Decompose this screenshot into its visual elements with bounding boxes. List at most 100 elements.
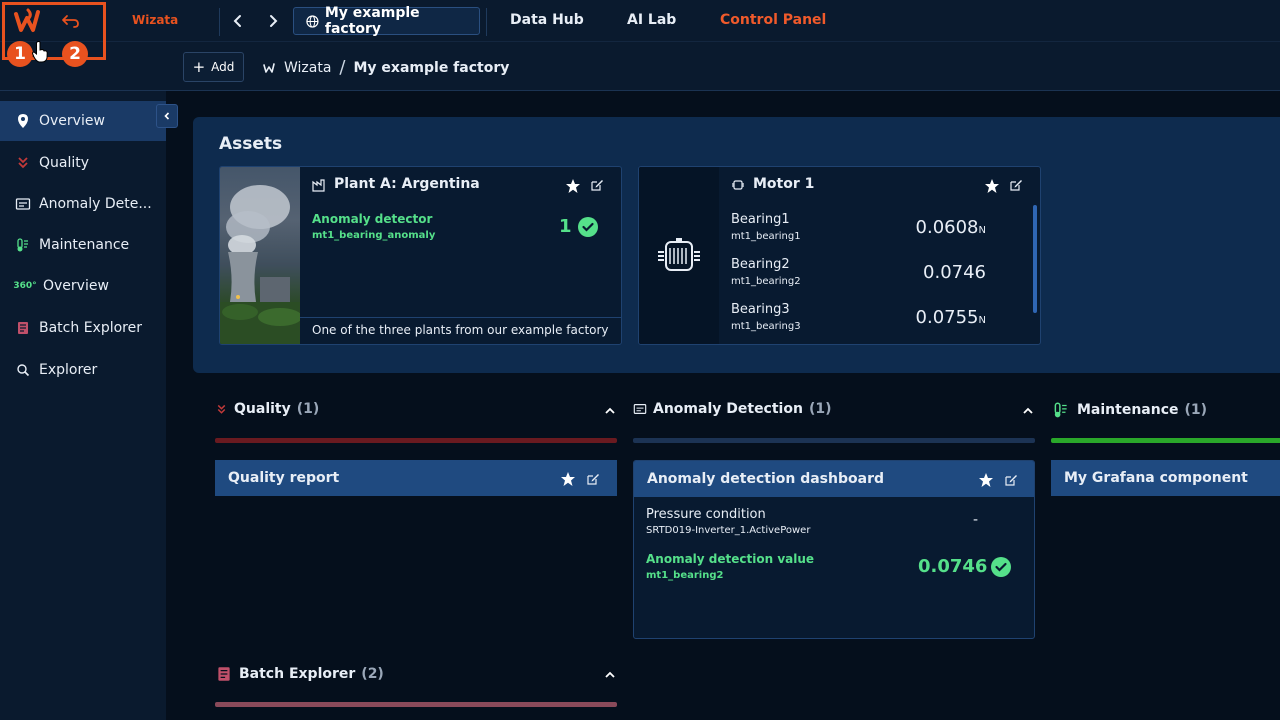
wizata-logo-icon[interactable] — [12, 6, 42, 36]
globe-icon — [306, 14, 319, 28]
sidebar-item-label: Anomaly Dete... — [39, 196, 152, 212]
sidebar-item-overview[interactable]: Overview — [0, 101, 166, 141]
sidebar-item-label: Overview — [43, 278, 109, 294]
batch-icon — [18, 322, 28, 334]
sidebar-item-label: Quality — [39, 155, 90, 171]
chevron-left-icon[interactable] — [228, 11, 248, 31]
check-circle-icon — [578, 217, 598, 237]
sidebar-item-label: Maintenance — [39, 237, 130, 253]
map-pin-icon — [18, 114, 28, 128]
sidebar-collapse-button[interactable] — [156, 104, 178, 128]
chevron-up-icon[interactable] — [603, 668, 617, 682]
search-icon — [17, 364, 30, 377]
monitor-icon — [633, 404, 647, 414]
bearing2-id: mt1_bearing2 — [731, 276, 801, 287]
section-anomaly-count: (1) — [808, 401, 832, 417]
thermometer-icon — [1054, 402, 1067, 418]
undo-arrow-icon[interactable] — [60, 10, 82, 32]
sidebar-item-overview-360[interactable]: 360° Overview — [0, 266, 166, 306]
sidebar-item-label: Explorer — [39, 362, 98, 378]
sidebar-item-label: Batch Explorer — [39, 320, 142, 336]
plant-description: One of the three plants from our example… — [312, 323, 609, 337]
section-batch-header[interactable]: Batch Explorer (2) — [215, 665, 384, 683]
sidebar-item-label: Overview — [39, 113, 105, 129]
section-quality-header[interactable]: Quality (1) — [215, 401, 319, 417]
motor-card[interactable]: Motor 1 Bearing1 mt1_bearing1 0.0608N Be… — [638, 166, 1041, 345]
bearing3-id: mt1_bearing3 — [731, 321, 801, 332]
sidebar-item-batch-explorer[interactable]: Batch Explorer — [0, 308, 166, 348]
edit-icon[interactable] — [586, 472, 600, 486]
factory-selector-button[interactable]: My example factory — [293, 5, 480, 37]
star-icon[interactable] — [560, 471, 576, 487]
add-button[interactable]: + Add — [183, 52, 244, 82]
detector-value: 1 — [559, 216, 572, 237]
motor-title[interactable]: Motor 1 — [753, 176, 814, 192]
motor-icon — [658, 238, 700, 271]
scrollbar[interactable] — [1033, 205, 1037, 313]
breadcrumb-separator: / — [339, 57, 346, 78]
nav-data-hub[interactable]: Data Hub — [510, 12, 584, 28]
quality-report-title: Quality report — [228, 470, 340, 486]
breadcrumb-root[interactable]: Wizata — [284, 60, 331, 76]
detector-label: Anomaly detector — [312, 212, 433, 226]
divider — [219, 8, 220, 36]
star-icon[interactable] — [565, 178, 581, 194]
divider — [300, 317, 621, 318]
edit-icon[interactable] — [590, 178, 604, 192]
bearing3-value-group: 0.0755N — [916, 307, 986, 328]
bearing3-value: 0.0755 — [915, 307, 979, 328]
edit-icon[interactable] — [1004, 473, 1018, 487]
nav-ai-lab[interactable]: AI Lab — [627, 12, 676, 28]
section-anomaly-header[interactable]: Anomaly Detection (1) — [633, 401, 831, 417]
check-circle-icon — [991, 557, 1011, 577]
section-anomaly-title: Anomaly Detection — [653, 401, 803, 417]
star-icon[interactable] — [978, 472, 994, 488]
thermometer-icon — [17, 238, 28, 252]
bearing1-id: mt1_bearing1 — [731, 231, 801, 242]
plant-card[interactable]: Plant A: Argentina Anomaly detector mt1_… — [219, 166, 622, 345]
sidebar-item-explorer[interactable]: Explorer — [0, 350, 166, 390]
plant-title[interactable]: Plant A: Argentina — [334, 176, 480, 192]
divider — [486, 8, 487, 36]
bearing1-value-group: 0.0608N — [916, 217, 986, 238]
section-maintenance-header[interactable]: Maintenance (1) — [1051, 401, 1207, 419]
section-batch-bar — [215, 702, 617, 707]
anomaly-value-label: Anomaly detection value — [646, 552, 815, 566]
section-batch-title: Batch Explorer — [239, 666, 356, 682]
section-quality-title: Quality — [234, 401, 291, 417]
plant-image — [220, 167, 302, 344]
motor-image — [639, 167, 719, 344]
chevron-right-icon[interactable] — [263, 11, 283, 31]
bearing1-value: 0.0608 — [915, 217, 979, 238]
sidebar-item-maintenance[interactable]: Maintenance — [0, 225, 166, 265]
sidebar-item-quality[interactable]: Quality — [0, 143, 166, 183]
edit-icon[interactable] — [1009, 178, 1023, 192]
bearing2-value: 0.0746 — [923, 262, 986, 283]
brand-label[interactable]: Wizata — [132, 13, 178, 27]
bearing3-label: Bearing3 — [731, 302, 790, 317]
add-label: Add — [211, 60, 235, 74]
monitor-icon — [15, 198, 31, 210]
sidebar: Overview Quality Anomaly Dete... Mainten… — [0, 91, 166, 720]
star-icon[interactable] — [984, 178, 1000, 194]
pressure-label: Pressure condition — [646, 507, 766, 522]
section-quality-bar — [215, 438, 617, 443]
chevron-up-icon[interactable] — [1021, 404, 1035, 418]
anomaly-value: 0.0746 — [918, 556, 988, 577]
wizata-small-icon — [263, 62, 275, 73]
quality-report-widget[interactable]: Quality report — [215, 460, 617, 496]
step-badge-2: 2 — [62, 41, 88, 67]
bearing2-value-group: 0.0746 — [923, 262, 986, 283]
section-maintenance-count: (1) — [1184, 402, 1208, 418]
chevron-up-icon[interactable] — [603, 404, 617, 418]
section-quality-count: (1) — [296, 401, 320, 417]
hand-cursor-icon — [31, 41, 48, 63]
pressure-id: SRTD019-Inverter_1.ActivePower — [646, 525, 811, 536]
nav-control-panel[interactable]: Control Panel — [720, 12, 826, 28]
sidebar-item-anomaly-detection[interactable]: Anomaly Dete... — [0, 184, 166, 224]
bearing2-label: Bearing2 — [731, 257, 790, 272]
grafana-widget[interactable]: My Grafana component — [1051, 460, 1280, 496]
breadcrumb-current: My example factory — [353, 59, 510, 76]
assets-title: Assets — [219, 134, 283, 154]
anomaly-dashboard-widget[interactable]: Anomaly detection dashboard Pressure con… — [633, 460, 1035, 639]
